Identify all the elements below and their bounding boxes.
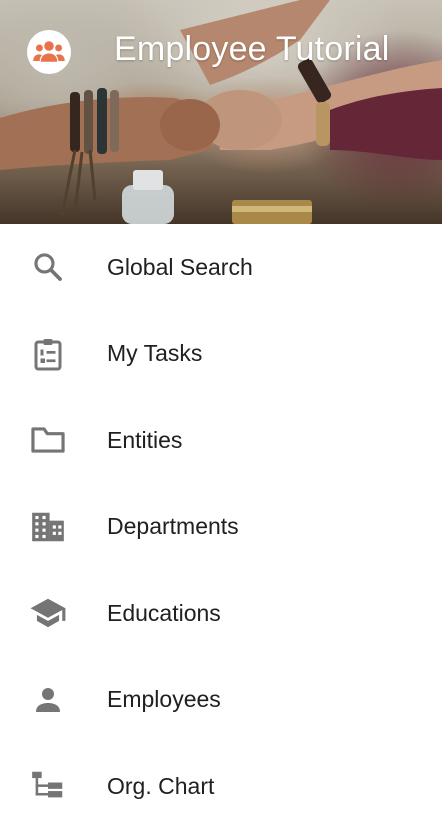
menu-item-label: Entities [107, 426, 183, 453]
menu-item-global-search[interactable]: Global Search [0, 224, 442, 311]
clipboard-list-icon [29, 335, 67, 373]
drawer-header: Employee Tutorial [0, 0, 442, 224]
menu-item-label: Global Search [107, 253, 253, 280]
navigation-drawer: Employee Tutorial Global Search My Tasks… [0, 0, 442, 816]
graduation-cap-icon [29, 594, 67, 632]
menu-item-label: Departments [107, 513, 239, 540]
menu-item-employees[interactable]: Employees [0, 657, 442, 744]
menu-item-label: Employees [107, 686, 221, 713]
app-avatar[interactable] [27, 30, 71, 74]
menu-item-my-tasks[interactable]: My Tasks [0, 311, 442, 398]
org-chart-icon [29, 767, 67, 805]
search-icon [29, 248, 67, 286]
person-icon [29, 681, 67, 719]
menu-item-educations[interactable]: Educations [0, 570, 442, 657]
group-icon [33, 41, 65, 62]
menu-item-label: My Tasks [107, 340, 203, 367]
folder-icon [29, 421, 67, 459]
menu-item-label: Org. Chart [107, 772, 215, 799]
menu-item-org-chart[interactable]: Org. Chart [0, 743, 442, 830]
menu-item-entities[interactable]: Entities [0, 397, 442, 484]
drawer-menu: Global Search My Tasks Entities Departme… [0, 224, 442, 830]
menu-item-label: Educations [107, 599, 221, 626]
menu-item-departments[interactable]: Departments [0, 484, 442, 571]
building-icon [29, 508, 67, 546]
app-title: Employee Tutorial [114, 30, 390, 68]
